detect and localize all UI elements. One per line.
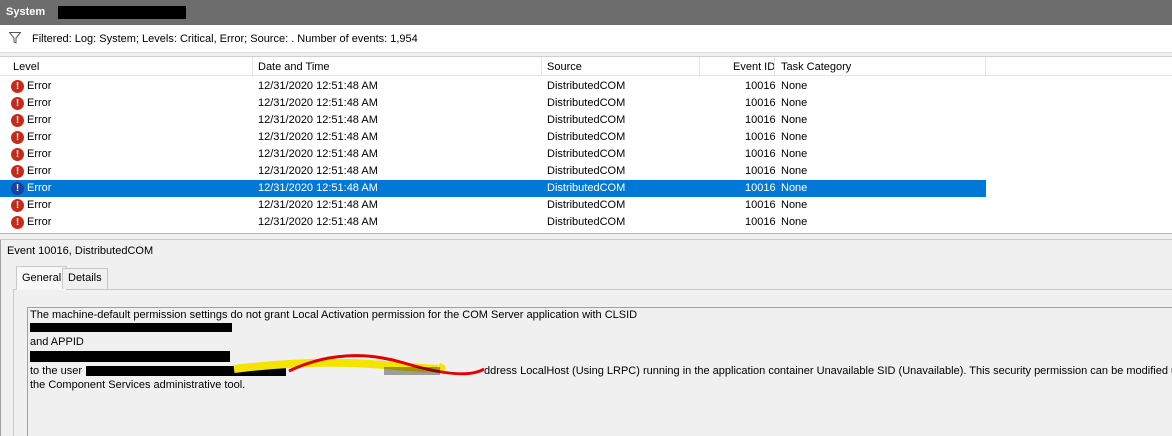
cell-source: DistributedCOM xyxy=(547,97,626,109)
table-row[interactable]: ! Error 12/31/2020 12:51:48 AM Distribut… xyxy=(0,146,1172,163)
message-line: the Component Services administrative to… xyxy=(30,379,246,391)
error-icon: ! xyxy=(11,97,24,110)
cell-task-category: None xyxy=(781,148,808,160)
error-icon: ! xyxy=(11,131,24,144)
cell-task-category: None xyxy=(781,131,808,143)
tab-details[interactable]: Details xyxy=(62,268,108,289)
message-line-user-label: to the user xyxy=(30,365,82,377)
column-header-task-category[interactable]: Task Category xyxy=(781,61,851,73)
cell-date: 12/31/2020 12:51:48 AM xyxy=(258,131,378,143)
pane-splitter[interactable] xyxy=(0,239,1172,240)
cell-source: DistributedCOM xyxy=(547,131,626,143)
cell-event-id: 10016 xyxy=(745,165,776,177)
selection-highlight xyxy=(0,180,986,197)
funnel-icon xyxy=(9,32,21,44)
pane-left-border xyxy=(0,240,4,436)
cell-level: Error xyxy=(27,165,52,177)
table-row[interactable]: ! Error 12/31/2020 12:51:48 AM Distribut… xyxy=(0,78,1172,95)
cell-source: DistributedCOM xyxy=(547,216,626,228)
cell-level: Error xyxy=(27,80,52,92)
cell-level: Error xyxy=(27,182,52,194)
cell-event-id: 10016 xyxy=(745,114,776,126)
cell-source: DistributedCOM xyxy=(547,165,626,177)
message-line: The machine-default permission settings … xyxy=(30,309,638,321)
window-titlebar: System xyxy=(0,0,1172,25)
column-divider[interactable] xyxy=(252,57,253,76)
redacted-clsid xyxy=(30,323,232,332)
column-divider[interactable] xyxy=(985,57,986,76)
column-header-source[interactable]: Source xyxy=(547,61,582,73)
filter-bar: Filtered: Log: System; Levels: Critical,… xyxy=(0,25,1172,53)
redacted-title-box xyxy=(58,6,186,19)
cell-source: DistributedCOM xyxy=(547,182,626,194)
cell-level: Error xyxy=(27,114,52,126)
table-row[interactable]: ! Error 12/31/2020 12:51:48 AM Distribut… xyxy=(0,163,1172,180)
cell-event-id: 10016 xyxy=(745,97,776,109)
cell-level: Error xyxy=(27,216,52,228)
cell-level: Error xyxy=(27,199,52,211)
cell-date: 12/31/2020 12:51:48 AM xyxy=(258,148,378,160)
cell-task-category: None xyxy=(781,97,808,109)
cell-source: DistributedCOM xyxy=(547,114,626,126)
table-row[interactable]: ! Error 12/31/2020 12:51:48 AM Distribut… xyxy=(0,95,1172,112)
column-header-date[interactable]: Date and Time xyxy=(258,61,330,73)
cell-source: DistributedCOM xyxy=(547,148,626,160)
message-line: and APPID xyxy=(30,336,84,348)
column-header-row: Level Date and Time Source Event ID Task… xyxy=(0,57,1172,76)
message-line-continued: ddress LocalHost (Using LRPC) running in… xyxy=(484,365,1172,377)
cell-date: 12/31/2020 12:51:48 AM xyxy=(258,114,378,126)
cell-event-id: 10016 xyxy=(745,182,776,194)
cell-source: DistributedCOM xyxy=(547,199,626,211)
cell-level: Error xyxy=(27,97,52,109)
cell-task-category: None xyxy=(781,165,808,177)
error-icon: ! xyxy=(11,80,24,93)
table-row[interactable]: ! Error 12/31/2020 12:51:48 AM Distribut… xyxy=(0,112,1172,129)
table-row[interactable]: ! Error 12/31/2020 12:51:48 AM Distribut… xyxy=(0,197,1172,214)
cell-task-category: None xyxy=(781,182,808,194)
cell-event-id: 10016 xyxy=(745,80,776,92)
cell-level: Error xyxy=(27,148,52,160)
cell-date: 12/31/2020 12:51:48 AM xyxy=(258,216,378,228)
cell-event-id: 10016 xyxy=(745,199,776,211)
column-divider[interactable] xyxy=(699,57,700,76)
cell-event-id: 10016 xyxy=(745,148,776,160)
cell-date: 12/31/2020 12:51:48 AM xyxy=(258,80,378,92)
table-row[interactable]: ! Error 12/31/2020 12:51:48 AM Distribut… xyxy=(0,129,1172,146)
cell-date: 12/31/2020 12:51:48 AM xyxy=(258,97,378,109)
cell-date: 12/31/2020 12:51:48 AM xyxy=(258,182,378,194)
window-title: System xyxy=(6,6,46,18)
error-icon: ! xyxy=(11,216,24,229)
error-icon: ! xyxy=(11,148,24,161)
cell-task-category: None xyxy=(781,216,808,228)
error-icon: ! xyxy=(11,199,24,212)
table-row[interactable]: ! Error 12/31/2020 12:51:48 AM Distribut… xyxy=(0,214,1172,231)
column-divider[interactable] xyxy=(541,57,542,76)
error-icon: ! xyxy=(11,114,24,127)
cell-event-id: 10016 xyxy=(745,131,776,143)
cell-task-category: None xyxy=(781,199,808,211)
event-detail-title: Event 10016, DistributedCOM xyxy=(7,245,154,257)
event-list[interactable]: Level Date and Time Source Event ID Task… xyxy=(0,56,1172,234)
cell-source: DistributedCOM xyxy=(547,80,626,92)
cell-level: Error xyxy=(27,131,52,143)
cell-date: 12/31/2020 12:51:48 AM xyxy=(258,199,378,211)
table-row-selected[interactable]: ! Error 12/31/2020 12:51:48 AM Distribut… xyxy=(0,180,1172,197)
cell-task-category: None xyxy=(781,80,808,92)
redaction-scribble xyxy=(86,354,484,376)
column-header-level[interactable]: Level xyxy=(13,61,39,73)
error-icon: ! xyxy=(11,165,24,178)
column-divider[interactable] xyxy=(774,57,775,76)
error-icon: ! xyxy=(11,182,24,195)
filter-text: Filtered: Log: System; Levels: Critical,… xyxy=(32,33,418,45)
cell-task-category: None xyxy=(781,114,808,126)
cell-event-id: 10016 xyxy=(745,216,776,228)
column-header-event-id[interactable]: Event ID xyxy=(733,61,775,73)
tab-general[interactable]: General xyxy=(16,266,68,290)
cell-date: 12/31/2020 12:51:48 AM xyxy=(258,165,378,177)
